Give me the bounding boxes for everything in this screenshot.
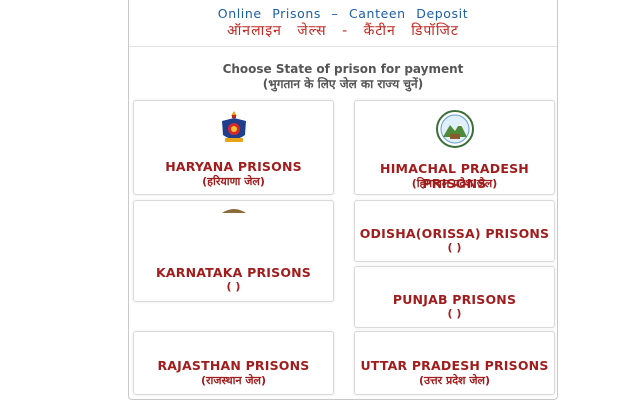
instruction-english: Choose State of prison for payment [222,62,464,76]
haryana-police-emblem-icon [221,111,246,142]
state-name-hindi: ( ) [226,280,241,293]
state-card-uttar-pradesh[interactable]: UTTAR PRADESH PRISONS (उत्तर प्रदेश जेल) [354,331,555,395]
state-card-punjab[interactable]: PUNJAB PRISONS ( ) [354,266,555,328]
header-title-english: Online Prisons – Canteen Deposit [217,6,469,21]
state-name: UTTAR PRADESH PRISONS [360,358,549,373]
state-name-hindi: (उत्तर प्रदेश जेल) [418,374,491,387]
prison-selection-panel: Online Prisons – Canteen Deposit ऑनलाइन … [128,0,558,400]
state-name-hindi: (राजस्थान जेल) [200,374,267,387]
state-name: ODISHA(ORISSA) PRISONS [359,226,550,241]
state-name: PUNJAB PRISONS [392,292,517,307]
state-name: RAJASTHAN PRISONS [157,358,310,373]
state-name-hindi: (हिमाचल प्रदेश जेल) [411,177,498,190]
header-title-hindi: ऑनलाइन जेल्स - कैंटीन डिपॉजिट [226,23,459,39]
state-name-hindi: ( ) [447,307,462,320]
state-name: KARNATAKA PRISONS [155,265,312,280]
state-name-hindi: (हरियाणा जेल) [202,175,265,188]
state-card-odisha[interactable]: ODISHA(ORISSA) PRISONS ( ) [354,200,555,262]
state-card-himachal-pradesh[interactable]: HIMACHAL PRADESH PRISONS (हिमाचल प्रदेश … [354,100,555,195]
karnataka-emblem-icon [221,209,246,213]
instruction-hindi: (भुगतान के लिए जेल का राज्य चुनें) [262,77,424,91]
header-divider [129,46,557,47]
state-name-hindi: ( ) [447,241,462,254]
instruction-text: Choose State of prison for payment (भुगत… [129,62,557,92]
state-card-rajasthan[interactable]: RAJASTHAN PRISONS (राजस्थान जेल) [133,331,334,395]
page-header: Online Prisons – Canteen Deposit ऑनलाइन … [129,0,557,44]
state-card-haryana[interactable]: HARYANA PRISONS (हरियाणा जेल) [133,100,334,195]
himachal-prisons-emblem-icon [435,110,474,148]
state-card-karnataka[interactable]: KARNATAKA PRISONS ( ) [133,200,334,302]
state-name: HARYANA PRISONS [165,159,302,174]
